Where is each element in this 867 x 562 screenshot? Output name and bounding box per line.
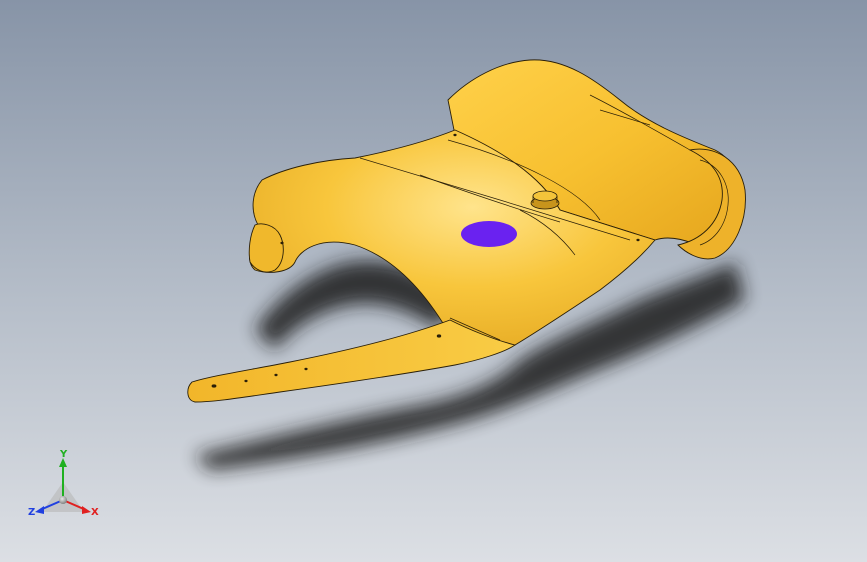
z-axis-label: Z — [28, 507, 35, 518]
y-axis-label: Y — [59, 449, 68, 460]
triad-origin — [59, 496, 67, 504]
cad-scene[interactable]: Y X Z — [0, 0, 867, 562]
selected-hole-marker[interactable] — [461, 221, 517, 247]
x-axis-label: X — [91, 507, 99, 518]
graphics-viewport[interactable]: Y X Z — [0, 0, 867, 562]
adjustment-knob[interactable] — [530, 190, 560, 210]
